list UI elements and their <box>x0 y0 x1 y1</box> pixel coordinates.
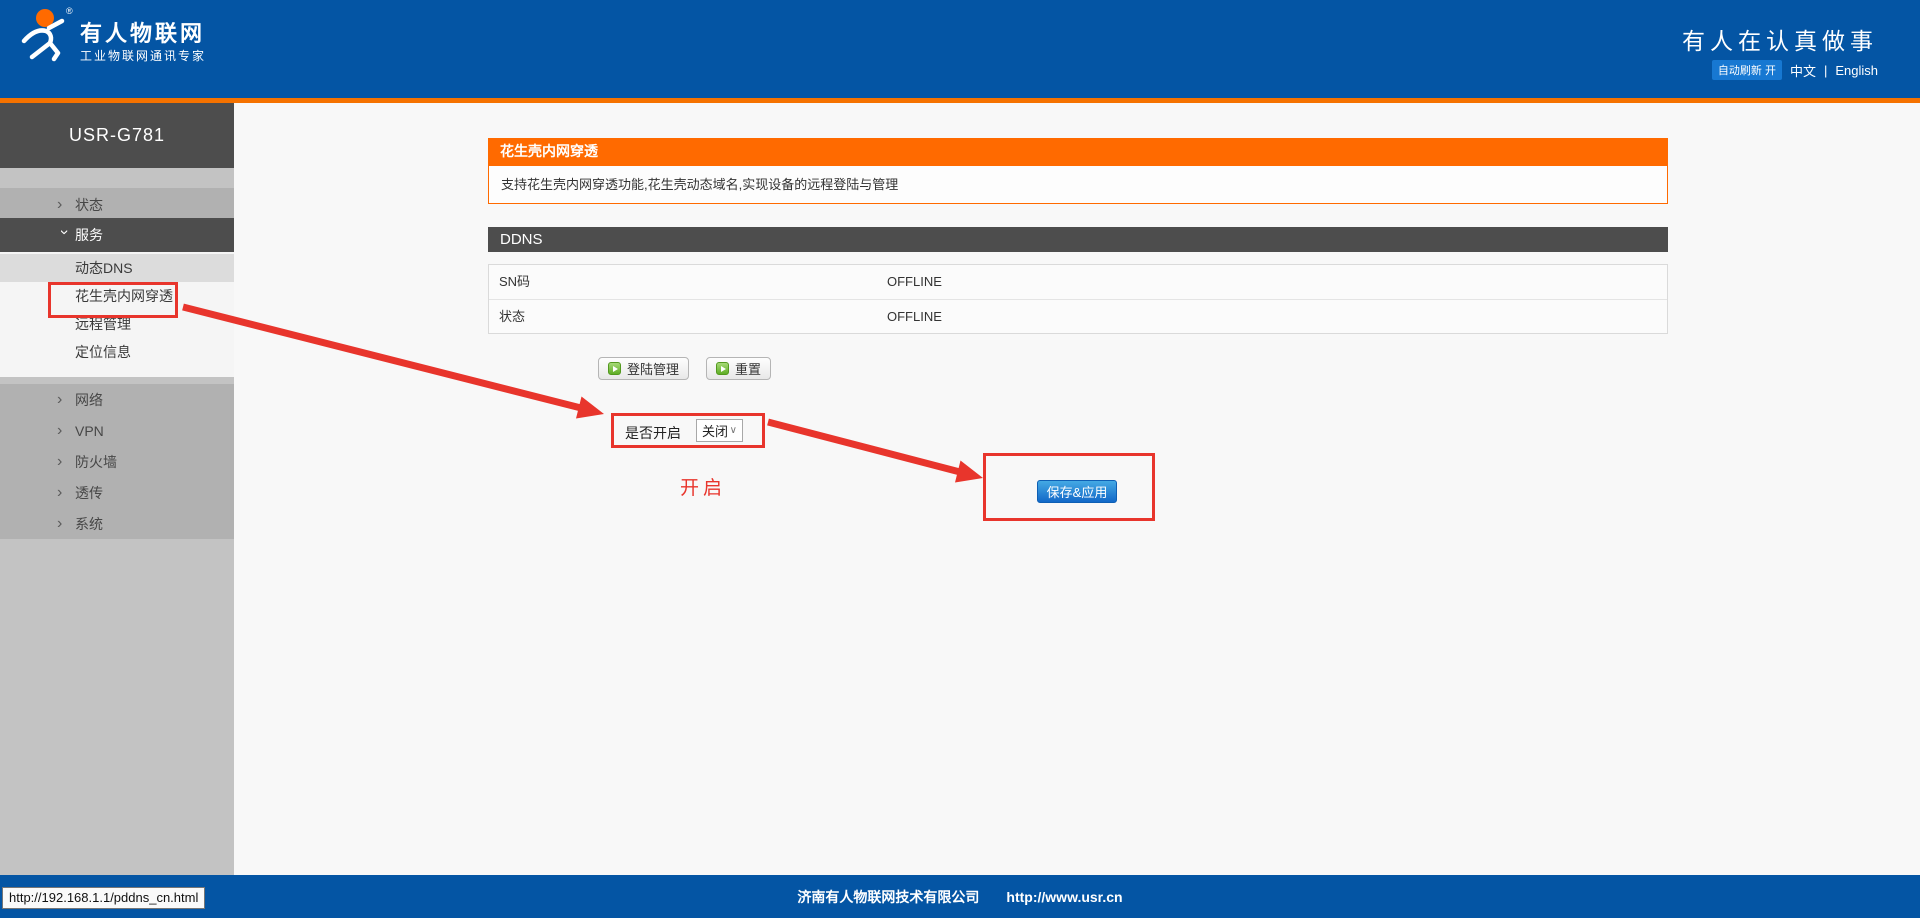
enable-label: 是否开启 <box>625 423 681 443</box>
row-label: 状态 <box>499 300 525 334</box>
submenu-item-ddns[interactable]: 动态DNS <box>0 254 234 282</box>
ddns-section-header: DDNS <box>488 227 1668 252</box>
save-apply-button[interactable]: 保存&应用 <box>1037 480 1117 503</box>
row-label: SN码 <box>499 265 530 299</box>
reset-label: 重置 <box>735 359 761 378</box>
chevron-right-icon: › <box>57 197 71 213</box>
chevron-right-icon: › <box>57 423 71 439</box>
submenu-item-remote-management[interactable]: 远程管理 <box>0 310 234 338</box>
table-row-sn: SN码 OFFLINE <box>489 265 1667 299</box>
sidebar-item-services[interactable]: › 服务 <box>0 218 234 252</box>
header: ® 有人物联网 工业物联网通讯专家 有人在认真做事 自动刷新 开 中文 | En… <box>0 0 1920 98</box>
enable-select-value: 关闭 <box>702 421 728 440</box>
lang-english-link[interactable]: English <box>1835 63 1878 78</box>
sidebar-item-label: 服务 <box>75 225 103 245</box>
brand-subtitle: 工业物联网通讯专家 <box>80 47 206 64</box>
enable-select[interactable]: 关闭 ∨ <box>696 419 743 442</box>
sidebar-item-label: VPN <box>75 423 104 439</box>
browser-link-preview: http://192.168.1.1/pddns_cn.html <box>2 887 205 909</box>
sidebar-item-status[interactable]: › 状态 <box>0 188 234 221</box>
sidebar-item-firewall[interactable]: › 防火墙 <box>0 446 234 477</box>
usriot-logo-icon <box>18 7 72 65</box>
chevron-down-icon: › <box>56 230 72 244</box>
page-title-banner: 花生壳内网穿透 <box>488 138 1668 165</box>
sidebar: USR-G781 › 状态 › 服务 动态DNS 花生壳内网穿透 远程管理 定位… <box>0 103 234 875</box>
footer: 济南有人物联网技术有限公司 http://www.usr.cn <box>0 875 1920 918</box>
lang-divider: | <box>1824 63 1827 78</box>
services-submenu: 动态DNS 花生壳内网穿透 远程管理 定位信息 <box>0 252 234 377</box>
device-model-title: USR-G781 <box>0 103 234 168</box>
sidebar-item-label: 状态 <box>75 195 103 215</box>
footer-website-link[interactable]: http://www.usr.cn <box>1006 889 1122 905</box>
sidebar-item-passthrough[interactable]: › 透传 <box>0 477 234 508</box>
submenu-item-location-info[interactable]: 定位信息 <box>0 338 234 366</box>
footer-company: 济南有人物联网技术有限公司 <box>797 887 979 907</box>
chevron-right-icon: › <box>57 516 71 532</box>
header-accent-stripe <box>0 98 1920 103</box>
action-button-row: 登陆管理 重置 <box>598 357 771 380</box>
sidebar-item-system[interactable]: › 系统 <box>0 508 234 539</box>
chevron-right-icon: › <box>57 485 71 501</box>
chevron-right-icon: › <box>57 392 71 408</box>
registered-mark: ® <box>66 6 73 16</box>
auto-refresh-badge[interactable]: 自动刷新 开 <box>1712 60 1782 80</box>
submenu-item-peanut-shell-nat[interactable]: 花生壳内网穿透 <box>0 282 234 310</box>
header-links: 自动刷新 开 中文 | English <box>1712 60 1878 80</box>
run-icon <box>608 362 621 375</box>
row-value: OFFLINE <box>887 300 942 334</box>
annotation-text-enable: 开启 <box>680 473 726 500</box>
annotation-arrow-2 <box>768 422 960 472</box>
brand-title: 有人物联网 <box>80 16 205 48</box>
chevron-right-icon: › <box>57 454 71 470</box>
header-slogan: 有人在认真做事 <box>1682 22 1878 56</box>
status-table: SN码 OFFLINE 状态 OFFLINE <box>488 264 1668 334</box>
sidebar-item-network[interactable]: › 网络 <box>0 384 234 415</box>
login-manage-label: 登陆管理 <box>627 359 679 378</box>
lang-chinese-link[interactable]: 中文 <box>1790 61 1816 80</box>
sidebar-item-label: 防火墙 <box>75 452 117 472</box>
sidebar-item-label: 系统 <box>75 514 103 534</box>
row-value: OFFLINE <box>887 265 942 299</box>
login-manage-button[interactable]: 登陆管理 <box>598 357 689 380</box>
run-icon <box>716 362 729 375</box>
sidebar-item-label: 网络 <box>75 390 103 410</box>
enable-setting-row: 是否开启 关闭 ∨ <box>611 413 765 448</box>
sidebar-item-vpn[interactable]: › VPN <box>0 415 234 446</box>
sidebar-item-label: 透传 <box>75 483 103 503</box>
table-row-status: 状态 OFFLINE <box>489 299 1667 333</box>
reset-button[interactable]: 重置 <box>706 357 771 380</box>
page-description: 支持花生壳内网穿透功能,花生壳动态域名,实现设备的远程登陆与管理 <box>488 165 1668 204</box>
chevron-down-icon: ∨ <box>730 425 737 436</box>
